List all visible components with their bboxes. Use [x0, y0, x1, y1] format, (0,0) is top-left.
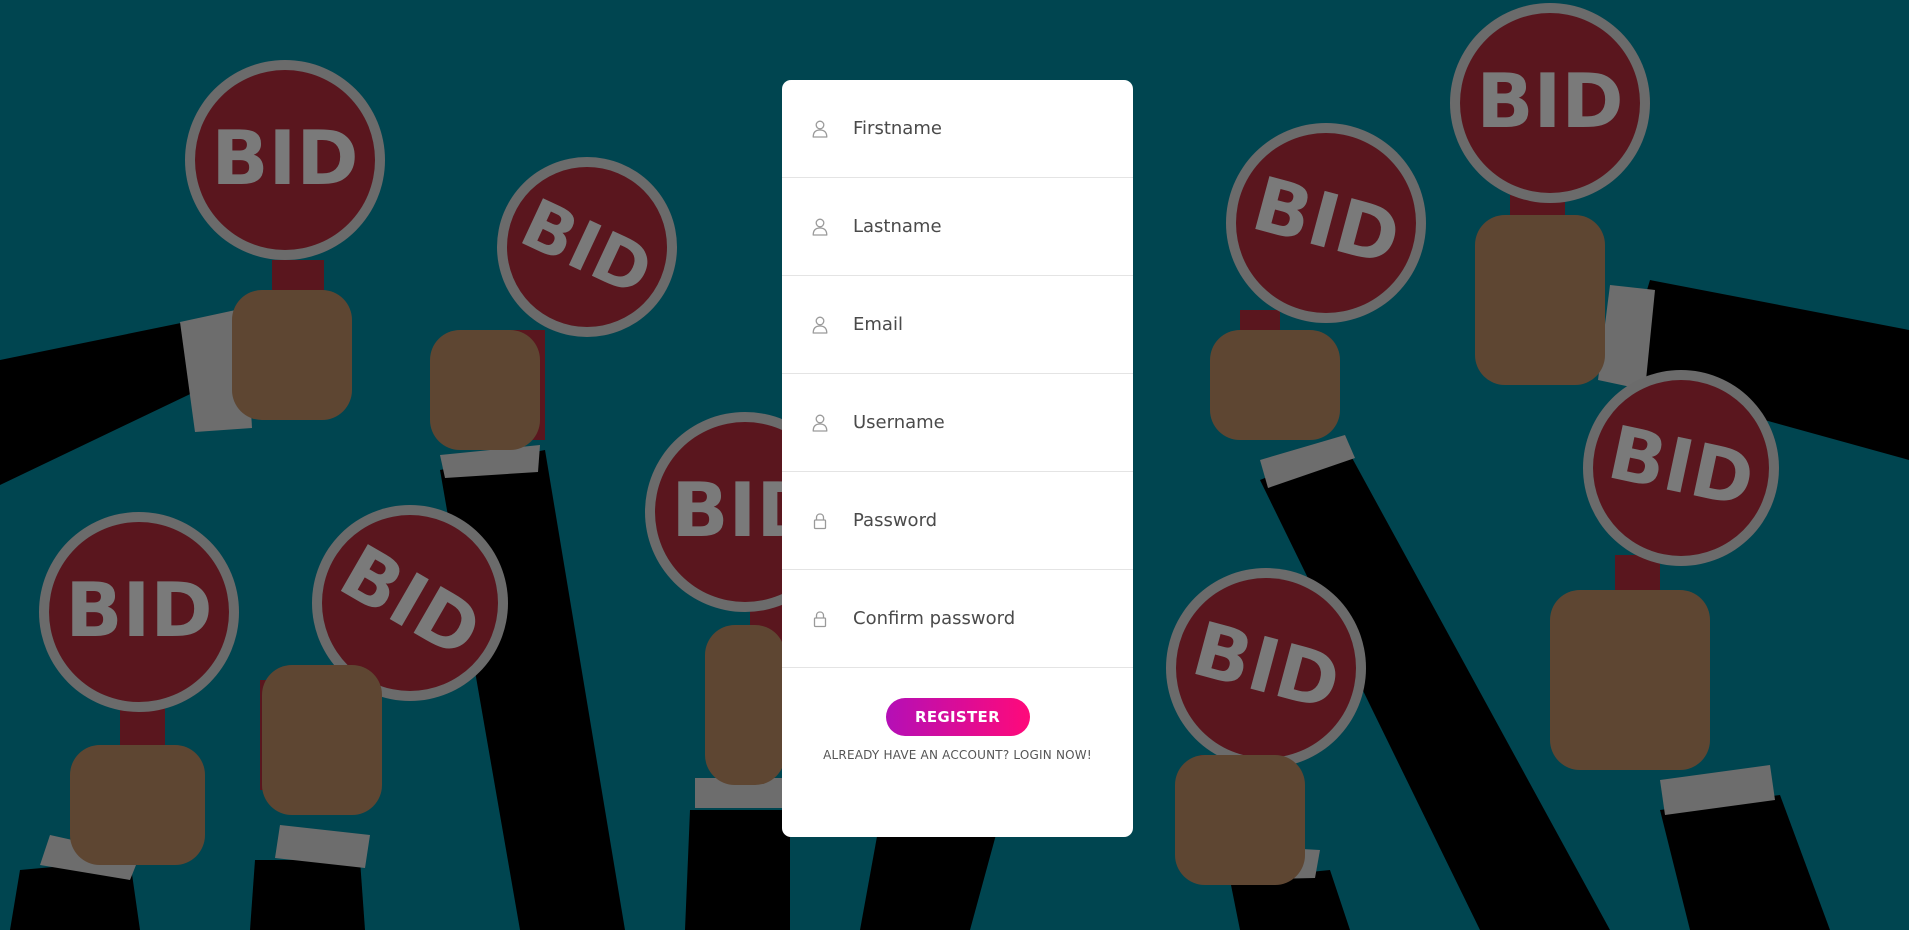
svg-text:BID: BID	[211, 114, 358, 202]
register-card: REGISTER ALREADY HAVE AN ACCOUNT? LOGIN …	[782, 80, 1133, 837]
email-field[interactable]	[782, 276, 1133, 374]
email-input[interactable]	[853, 276, 1113, 373]
user-icon	[812, 218, 828, 236]
svg-text:BID: BID	[1476, 57, 1623, 145]
firstname-input[interactable]	[853, 80, 1113, 177]
lock-icon	[813, 512, 827, 529]
svg-text:BID: BID	[65, 566, 212, 654]
confirm-password-input[interactable]	[853, 570, 1113, 667]
user-icon	[812, 414, 828, 432]
form-actions: REGISTER ALREADY HAVE AN ACCOUNT? LOGIN …	[782, 668, 1133, 762]
user-icon	[812, 120, 828, 138]
login-link[interactable]: ALREADY HAVE AN ACCOUNT? LOGIN NOW!	[782, 748, 1133, 762]
lock-icon	[813, 610, 827, 627]
username-input[interactable]	[853, 374, 1113, 471]
password-input[interactable]	[853, 472, 1113, 569]
lastname-input[interactable]	[853, 178, 1113, 275]
lastname-field[interactable]	[782, 178, 1133, 276]
firstname-field[interactable]	[782, 80, 1133, 178]
password-field[interactable]	[782, 472, 1133, 570]
confirm-password-field[interactable]	[782, 570, 1133, 668]
register-button[interactable]: REGISTER	[885, 698, 1030, 736]
user-icon	[812, 316, 828, 334]
username-field[interactable]	[782, 374, 1133, 472]
